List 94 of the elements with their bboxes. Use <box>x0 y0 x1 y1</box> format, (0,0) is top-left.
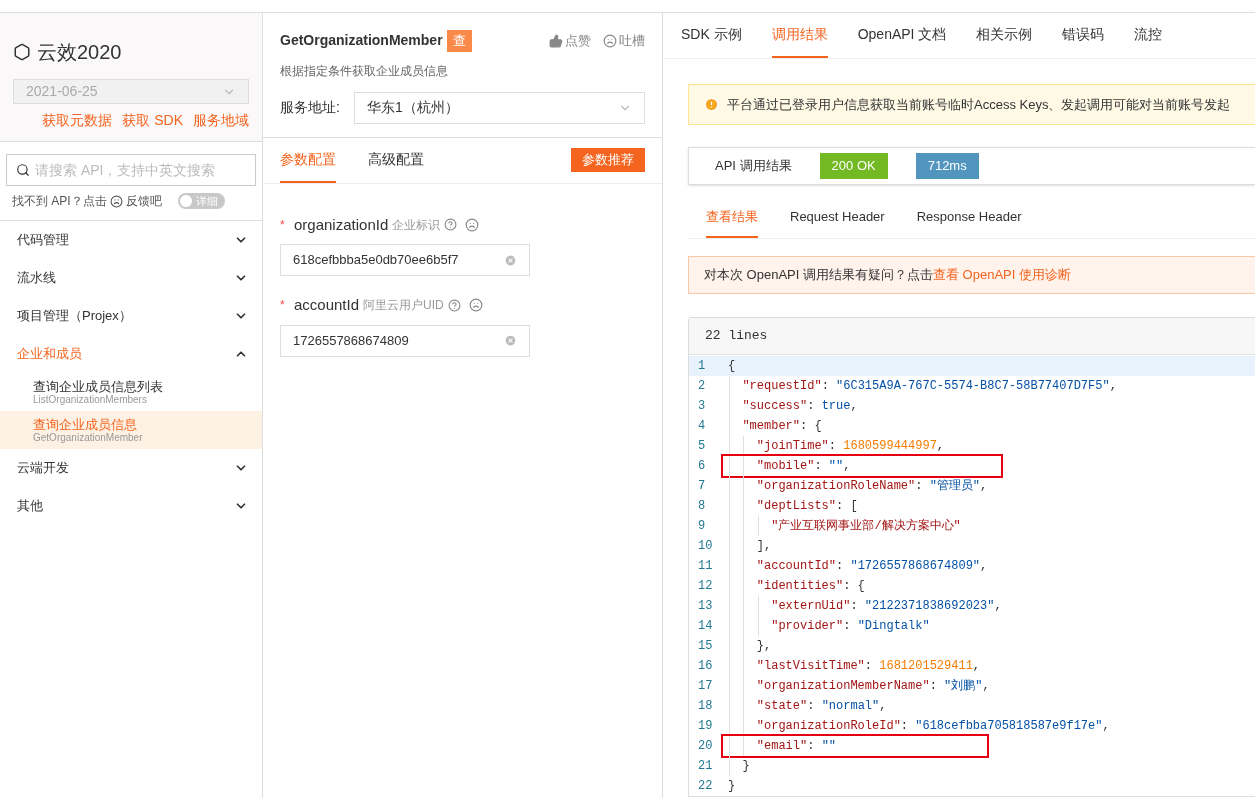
line-number: 11 <box>697 558 714 575</box>
line-count: 22 lines <box>705 327 768 346</box>
sad-face-icon[interactable] <box>468 298 483 313</box>
param-hint: 阿里云用户UID <box>363 297 444 315</box>
required-mark: * <box>280 297 286 315</box>
nav-group[interactable]: 流水线 <box>0 259 262 297</box>
line-number: 8 <box>697 498 707 515</box>
code-line: "externUid": "2122371838692023", <box>770 598 1002 615</box>
like-button[interactable]: 点赞 <box>549 31 591 51</box>
line-number: 15 <box>697 638 714 655</box>
warning-icon <box>704 97 719 112</box>
line-number: 14 <box>697 618 714 635</box>
param-name: accountId <box>294 295 360 315</box>
sad-face-icon <box>603 33 617 48</box>
code-line: "success": true, <box>741 398 858 415</box>
line-number: 13 <box>697 598 714 615</box>
result-sub-tab[interactable]: Request Header <box>790 197 885 238</box>
line-number: 6 <box>697 458 707 475</box>
result-sub-tab[interactable]: Response Header <box>916 197 1022 238</box>
search-icon <box>16 163 30 177</box>
help-icon[interactable] <box>447 298 461 312</box>
code-line: ], <box>755 538 772 555</box>
line-number: 5 <box>697 438 707 455</box>
duration-badge: 712ms <box>915 153 979 179</box>
line-number: 18 <box>697 698 714 715</box>
feedback-text: 找不到 API？点击 <box>12 193 107 210</box>
result-tab[interactable]: OpenAPI 文档 <box>857 13 947 58</box>
code-line: "organizationRoleName": "管理员", <box>755 478 988 495</box>
line-number: 4 <box>697 418 707 435</box>
param-name: organizationId <box>294 214 389 235</box>
warning-text: 平台通过已登录用户信息获取当前账号临时Access Keys、发起调用可能对当前账号发起 <box>727 95 1231 114</box>
line-number: 9 <box>697 518 707 535</box>
required-mark: * <box>280 216 286 234</box>
param-hint: 企业标识 <box>392 216 441 234</box>
code-line: "organizationRoleId": "618cefbba705818587e9f17e", <box>755 718 1110 735</box>
line-number: 22 <box>697 778 714 795</box>
api-description: 根据指定条件获取企业成员信息 <box>280 62 449 80</box>
nav-group[interactable]: 项目管理（Projex） <box>0 297 262 335</box>
code-line: } <box>728 778 736 795</box>
code-line: "requestId": "6C315A9A-767C-5574-B8C7-58B77407D7F5", <box>741 378 1117 395</box>
search-field[interactable]: 请搜索 API，支持中英文搜索 <box>6 154 256 186</box>
code-line: { <box>728 358 736 375</box>
code-line: "产业互联网事业部/解决方案中心" <box>770 518 961 535</box>
line-number: 16 <box>697 658 714 675</box>
line-number: 21 <box>697 758 714 775</box>
line-number: 2 <box>697 378 707 395</box>
code-line: "email": "" <box>724 737 987 755</box>
clear-icon[interactable] <box>504 253 517 267</box>
endpoint-label: 服务地址: <box>280 98 341 117</box>
code-line: "member": { <box>741 418 822 435</box>
code-line: }, <box>755 638 772 655</box>
result-tab[interactable]: SDK 示例 <box>681 13 742 58</box>
diagnosis-text: 对本次 OpenAPI 调用结果有疑问？点击 <box>704 266 933 285</box>
line-number: 12 <box>697 578 714 595</box>
line-number: 20 <box>697 738 714 755</box>
endpoint-select[interactable]: 华东1（杭州） <box>354 91 645 124</box>
code-line: "state": "normal", <box>755 698 887 715</box>
code-line: "mobile": "", <box>724 457 1001 475</box>
code-line: } <box>741 758 750 775</box>
result-tab[interactable]: 错误码 <box>1062 13 1105 58</box>
result-tab[interactable]: 相关示例 <box>976 13 1033 58</box>
line-number: 3 <box>697 398 707 415</box>
code-line: "deptLists": [ <box>755 498 858 515</box>
product-title: 云效2020 <box>37 40 122 65</box>
query-tag: 查 <box>446 30 472 52</box>
sad-face-icon <box>109 194 123 208</box>
nav-item[interactable]: 查询企业成员信息列表 ListOrganizationMembers <box>0 373 262 411</box>
help-icon[interactable] <box>444 218 458 232</box>
code-line: "lastVisitTime": 1681201529411, <box>755 658 981 675</box>
line-number: 1 <box>697 358 707 375</box>
line-number: 10 <box>697 538 714 555</box>
result-tab[interactable]: 流控 <box>1134 13 1163 58</box>
line-number: 19 <box>697 718 714 735</box>
param-input[interactable]: 618cefbbba5e0db70ee6b5f7 <box>280 244 530 276</box>
config-tab[interactable]: 高级配置 <box>368 137 424 183</box>
line-number: 17 <box>697 678 714 695</box>
code-line: "accountId": "1726557868674809", <box>755 558 988 575</box>
nav-group[interactable]: 其他 <box>0 487 262 525</box>
param-input[interactable]: 1726557868674809 <box>280 324 530 357</box>
complain-button[interactable]: 吐槽 <box>603 31 645 51</box>
status-label: API 调用结果 <box>715 157 792 176</box>
clear-icon[interactable] <box>504 334 517 347</box>
line-number: 7 <box>697 478 707 495</box>
nav-group[interactable]: 云端开发 <box>0 449 262 487</box>
sad-face-icon[interactable] <box>465 217 480 232</box>
status-badge: 200 OK <box>819 153 888 179</box>
api-name: GetOrganizationMember <box>280 31 443 51</box>
feedback-link[interactable]: 反馈吧 <box>125 192 162 210</box>
code-line: "provider": "Dingtalk" <box>770 618 930 635</box>
code-line: "identities": { <box>755 578 865 595</box>
code-line: "joinTime": 1680599444997, <box>755 438 945 455</box>
thumbs-up-icon <box>549 33 563 48</box>
code-line: "organizationMemberName": "刘鹏", <box>755 678 990 695</box>
nav-group[interactable]: 代码管理 <box>0 221 262 259</box>
